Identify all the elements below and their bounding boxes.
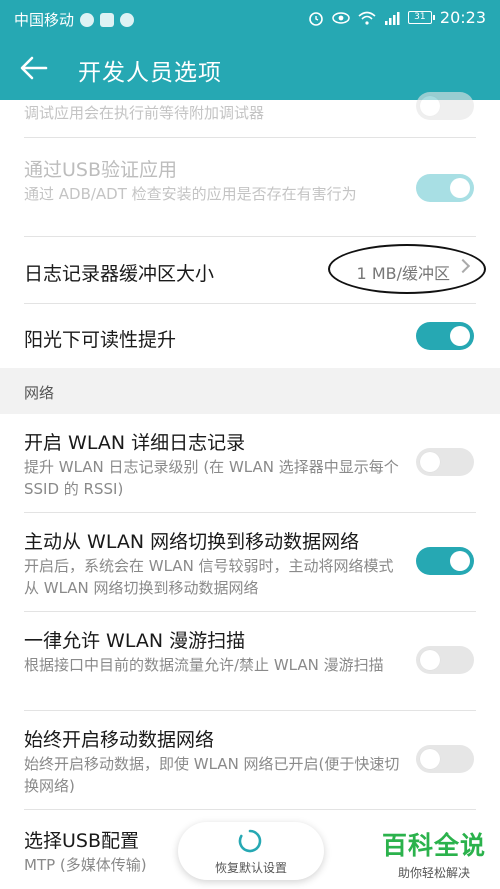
back-button[interactable]: [14, 50, 54, 86]
item-subtitle: 调试应用会在执行前等待附加调试器: [24, 104, 265, 122]
arrow-left-icon: [20, 56, 48, 80]
wlan-roam-scan-toggle[interactable]: [416, 646, 474, 674]
item-title: 主动从 WLAN 网络切换到移动数据网络: [24, 531, 360, 553]
chevron-right-icon: [455, 258, 471, 274]
item-title: 阳光下可读性提升: [24, 329, 177, 351]
wlan-verbose-logging-item[interactable]: 开启 WLAN 详细日志记录 提升 WLAN 日志记录级别 (在 WLAN 选择…: [0, 414, 500, 512]
restore-defaults-label: 恢复默认设置: [214, 861, 287, 875]
media-notification-icon: [120, 12, 135, 27]
logger-buffer-value: 1 MB/缓冲区: [356, 264, 450, 283]
section-header-network: 网络: [0, 368, 500, 414]
wifi-icon: [358, 11, 376, 25]
item-title: 开启 WLAN 详细日志记录: [24, 432, 246, 454]
logger-buffer-value-annotation[interactable]: 1 MB/缓冲区: [328, 244, 486, 294]
verify-usb-apps-item[interactable]: 通过USB验证应用 通过 ADB/ADT 检查安装的应用是否存在有害行为: [0, 138, 500, 236]
watermark-main: 百科全说: [381, 831, 486, 860]
wlan-roam-scan-item[interactable]: 一律允许 WLAN 漫游扫描 根据接口中目前的数据流量允许/禁止 WLAN 漫游…: [0, 612, 500, 710]
item-subtitle: 提升 WLAN 日志记录级别 (在 WLAN 选择器中显示每个 SSID 的 R…: [24, 458, 399, 498]
mobile-data-always-on-item[interactable]: 始终开启移动数据网络 始终开启移动数据，即使 WLAN 网络已开启(便于快速切换…: [0, 711, 500, 809]
page-title: 开发人员选项: [78, 60, 222, 86]
wlan-to-mobile-switch-toggle[interactable]: [416, 547, 474, 575]
item-title: 一律允许 WLAN 漫游扫描: [24, 630, 246, 652]
status-bar: 中国移动 31 20:23: [0, 0, 500, 36]
clock: 20:23: [439, 8, 486, 27]
app-notification-icon: [100, 12, 115, 27]
wait-for-debugger-item[interactable]: 调试应用会在执行前等待附加调试器: [0, 92, 500, 138]
item-subtitle: 开启后，系统会在 WLAN 信号较弱时，主动将网络模式从 WLAN 网络切换到移…: [24, 557, 394, 597]
restore-defaults-button[interactable]: 恢复默认设置: [178, 822, 324, 880]
wlan-verbose-logging-toggle[interactable]: [416, 448, 474, 476]
item-subtitle: 始终开启移动数据，即使 WLAN 网络已开启(便于快速切换网络): [24, 755, 400, 795]
mobile-data-always-on-toggle[interactable]: [416, 745, 474, 773]
notification-icon: [80, 12, 95, 27]
item-title: 通过USB验证应用: [24, 159, 178, 181]
wlan-to-mobile-switch-item[interactable]: 主动从 WLAN 网络切换到移动数据网络 开启后，系统会在 WLAN 信号较弱时…: [0, 513, 500, 611]
refresh-icon: [238, 829, 262, 853]
signal-icon: [384, 11, 400, 25]
sunlight-readability-item[interactable]: 阳光下可读性提升: [0, 304, 500, 368]
battery-icon: 31: [407, 11, 435, 24]
watermark-sub: 助你轻松解决: [397, 866, 470, 880]
alarm-icon: [309, 11, 323, 26]
carrier-label: 中国移动: [14, 11, 75, 29]
app-bar: 开发人员选项: [0, 36, 500, 100]
item-subtitle: 根据接口中目前的数据流量允许/禁止 WLAN 漫游扫描: [24, 656, 384, 674]
sunlight-readability-toggle[interactable]: [416, 322, 474, 350]
item-title: 始终开启移动数据网络: [24, 729, 215, 751]
verify-usb-apps-toggle[interactable]: [416, 174, 474, 202]
wait-for-debugger-toggle[interactable]: [416, 92, 474, 120]
watermark-logo: 百科全说 助你轻松解决: [382, 826, 486, 881]
item-subtitle: 通过 ADB/ADT 检查安装的应用是否存在有害行为: [24, 185, 357, 203]
section-title: 网络: [24, 384, 55, 402]
eye-icon: [332, 11, 350, 24]
